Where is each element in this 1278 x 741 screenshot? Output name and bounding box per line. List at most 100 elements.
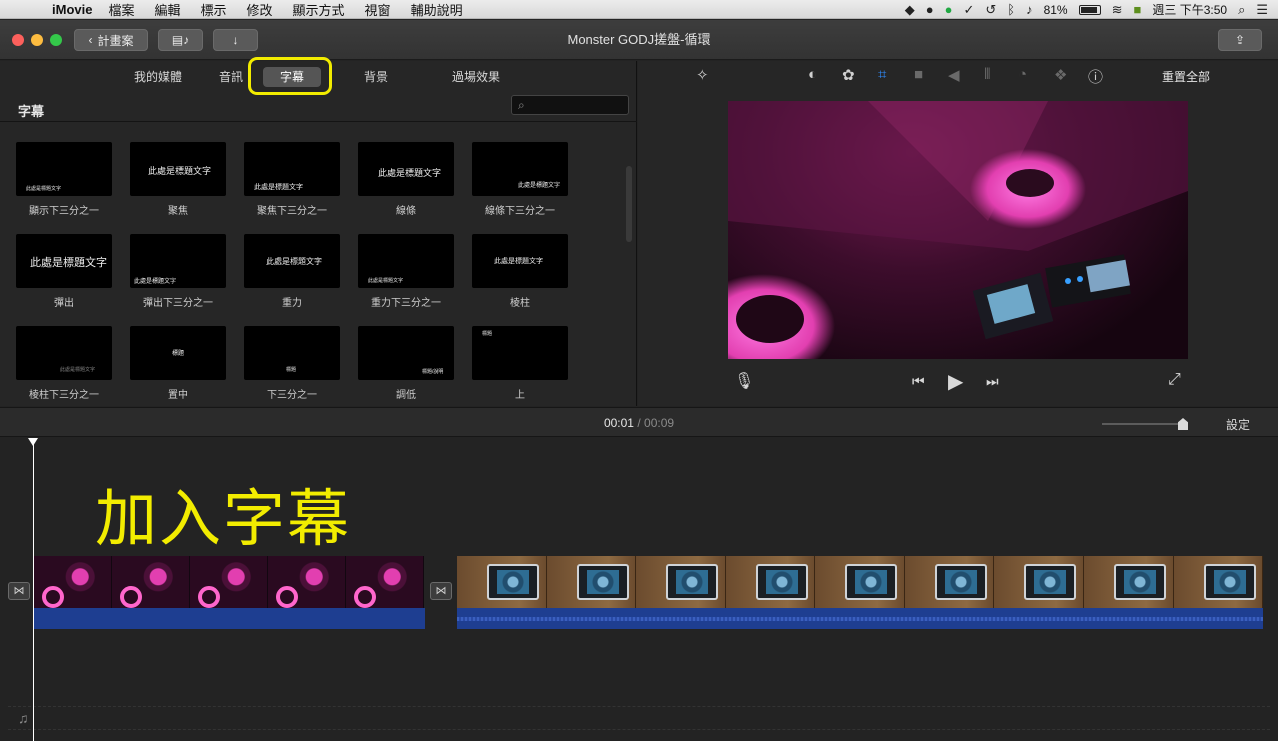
video-clip-1[interactable]: [34, 556, 425, 608]
background-music-lane[interactable]: [8, 706, 1270, 730]
tab-backgrounds[interactable]: 背景: [355, 67, 397, 87]
audio-clip-1[interactable]: [34, 608, 425, 629]
title-tile[interactable]: 此處是標題文字 線條下三分之一: [472, 142, 568, 217]
video-clip-2[interactable]: [457, 556, 1263, 608]
tab-transitions[interactable]: 過場效果: [442, 67, 510, 87]
search-input[interactable]: ⌕: [511, 95, 629, 115]
browser-scrollbar[interactable]: [626, 166, 632, 242]
timecode-bar: 00:01 / 00:09 設定: [0, 407, 1278, 437]
audio-clip-2[interactable]: [457, 608, 1263, 629]
clock[interactable]: 週三 下午3:50: [1152, 1, 1227, 18]
checklist-icon[interactable]: ✓: [963, 2, 974, 18]
minimize-window-button[interactable]: [31, 34, 43, 46]
title-tile[interactable]: 此處是標題文字 顯示下三分之一: [16, 142, 112, 217]
title-label: 棱柱下三分之一: [29, 390, 99, 401]
title-label: 重力下三分之一: [371, 298, 441, 309]
import-button[interactable]: ↓: [213, 29, 258, 51]
title-label: 重力: [282, 298, 302, 309]
reset-all-button[interactable]: 重置全部: [1162, 68, 1210, 85]
stabilization-icon[interactable]: ■: [914, 66, 923, 83]
title-tile[interactable]: 此處是標題文字 線條: [358, 142, 454, 217]
title-tile[interactable]: 此處是標題文字 棱柱下三分之一: [16, 326, 112, 401]
menu-mark[interactable]: 標示: [201, 0, 227, 19]
zoom-slider-track[interactable]: [1102, 423, 1186, 425]
play-icon[interactable]: ▶: [948, 369, 963, 394]
clip-frame: [636, 556, 726, 608]
microphone-icon[interactable]: 🎙: [734, 371, 754, 391]
title-tile[interactable]: 此處是標題文字 彈出下三分之一: [130, 234, 226, 309]
dropbox-icon[interactable]: ◆: [905, 2, 915, 18]
title-tile[interactable]: 標題 上: [472, 326, 568, 401]
close-window-button[interactable]: [12, 34, 24, 46]
speed-icon[interactable]: ◔: [1018, 66, 1027, 83]
battery-icon[interactable]: [1078, 4, 1101, 15]
title-tile[interactable]: 此處是標題文字 重力: [244, 234, 340, 309]
title-label: 彈出下三分之一: [143, 298, 213, 309]
title-thumbnail: 此處是標題文字: [16, 234, 112, 288]
playback-controls: 🎙 ⏮ ▶ ⏭ ⤢: [638, 371, 1278, 395]
time-machine-icon[interactable]: ↺: [985, 2, 996, 18]
spotlight-search-icon[interactable]: ⌕: [1238, 2, 1245, 18]
qq-icon[interactable]: ●: [926, 2, 934, 17]
overlay-icon[interactable]: ❖: [1054, 66, 1067, 84]
magic-wand-icon[interactable]: ✧: [696, 66, 709, 84]
next-clip-icon[interactable]: ⏭: [986, 373, 999, 390]
title-tile[interactable]: 此處是標題文字 聚焦: [130, 142, 226, 217]
menu-help[interactable]: 輔助說明: [411, 0, 463, 19]
transition-button[interactable]: ⋈: [430, 582, 452, 600]
playhead-handle[interactable]: [28, 438, 38, 446]
fullscreen-icon[interactable]: ⤢: [1168, 371, 1181, 389]
title-tile[interactable]: 標題 置中: [130, 326, 226, 401]
nvidia-icon[interactable]: ■: [1134, 2, 1142, 17]
title-label: 線條下三分之一: [485, 206, 555, 217]
info-icon[interactable]: ⓘ: [1088, 66, 1103, 87]
clip-frame: [34, 556, 112, 608]
timeline-settings-button[interactable]: 設定: [1226, 416, 1250, 433]
title-tile[interactable]: 標題/說明 調低: [358, 326, 454, 401]
notification-center-icon[interactable]: ☰: [1256, 2, 1268, 18]
menu-modify[interactable]: 修改: [247, 0, 273, 19]
clip-frame: [112, 556, 190, 608]
menu-window[interactable]: 視窗: [365, 0, 391, 19]
projects-back-button[interactable]: ‹ 計畫案: [74, 29, 148, 51]
title-tile[interactable]: 此處是標題文字 彈出: [16, 234, 112, 309]
equalizer-icon[interactable]: ⦀: [984, 66, 991, 83]
volume-icon[interactable]: ◀: [948, 66, 960, 84]
title-label: 調低: [396, 390, 416, 401]
section-title: 字幕: [18, 104, 45, 119]
transition-button[interactable]: ⋈: [8, 582, 30, 600]
menu-app-name[interactable]: iMovie: [52, 2, 92, 17]
media-browser-toggle-button[interactable]: ▤♪: [158, 29, 203, 51]
clip-frame: [1083, 556, 1174, 608]
projects-back-label: 計畫案: [97, 33, 134, 48]
clip-frame: [546, 556, 637, 608]
menu-view[interactable]: 顯示方式: [293, 0, 345, 19]
bluetooth-icon[interactable]: ᛒ: [1007, 2, 1015, 17]
overlay-caption: 加入字幕: [95, 482, 352, 555]
title-tile[interactable]: 此處是標題文字 聚焦下三分之一: [244, 142, 340, 217]
share-button[interactable]: ⇪: [1218, 29, 1262, 51]
viewer-pane: ✧ ◐ ✿ ⌗ ■ ◀ ⦀ ◔ ❖ ⓘ 重置全部 🎙 ⏮ ▶ ⏭ ⤢: [638, 61, 1278, 406]
title-tile[interactable]: 此處是標題文字 棱柱: [472, 234, 568, 309]
clip-frame: [268, 556, 346, 608]
color-palette-icon[interactable]: ✿: [842, 66, 855, 84]
video-preview[interactable]: [728, 101, 1188, 359]
tab-my-media[interactable]: 我的媒體: [126, 67, 190, 87]
title-tile[interactable]: 此處是標題文字 重力下三分之一: [358, 234, 454, 309]
zoom-window-button[interactable]: [50, 34, 62, 46]
title-tile[interactable]: 標題 下三分之一: [244, 326, 340, 401]
menu-file[interactable]: 檔案: [108, 0, 134, 19]
color-balance-icon[interactable]: ◐: [808, 66, 817, 83]
film-music-icon: ▤♪: [171, 33, 190, 47]
clip-frame: [457, 556, 547, 608]
crop-icon[interactable]: ⌗: [878, 66, 886, 83]
volume-menu-icon[interactable]: ♪: [1026, 2, 1033, 17]
previous-clip-icon[interactable]: ⏮: [912, 373, 925, 390]
timeline[interactable]: 加入字幕 ⋈ ⋈ ♫: [0, 438, 1278, 741]
wifi-icon[interactable]: ≋: [1112, 2, 1123, 18]
line-icon[interactable]: ●: [945, 2, 953, 17]
title-thumbnail: 此處是標題文字: [130, 234, 226, 288]
tab-audio[interactable]: 音訊: [210, 67, 252, 87]
menu-edit[interactable]: 編輯: [154, 0, 180, 19]
playhead[interactable]: [33, 438, 34, 741]
